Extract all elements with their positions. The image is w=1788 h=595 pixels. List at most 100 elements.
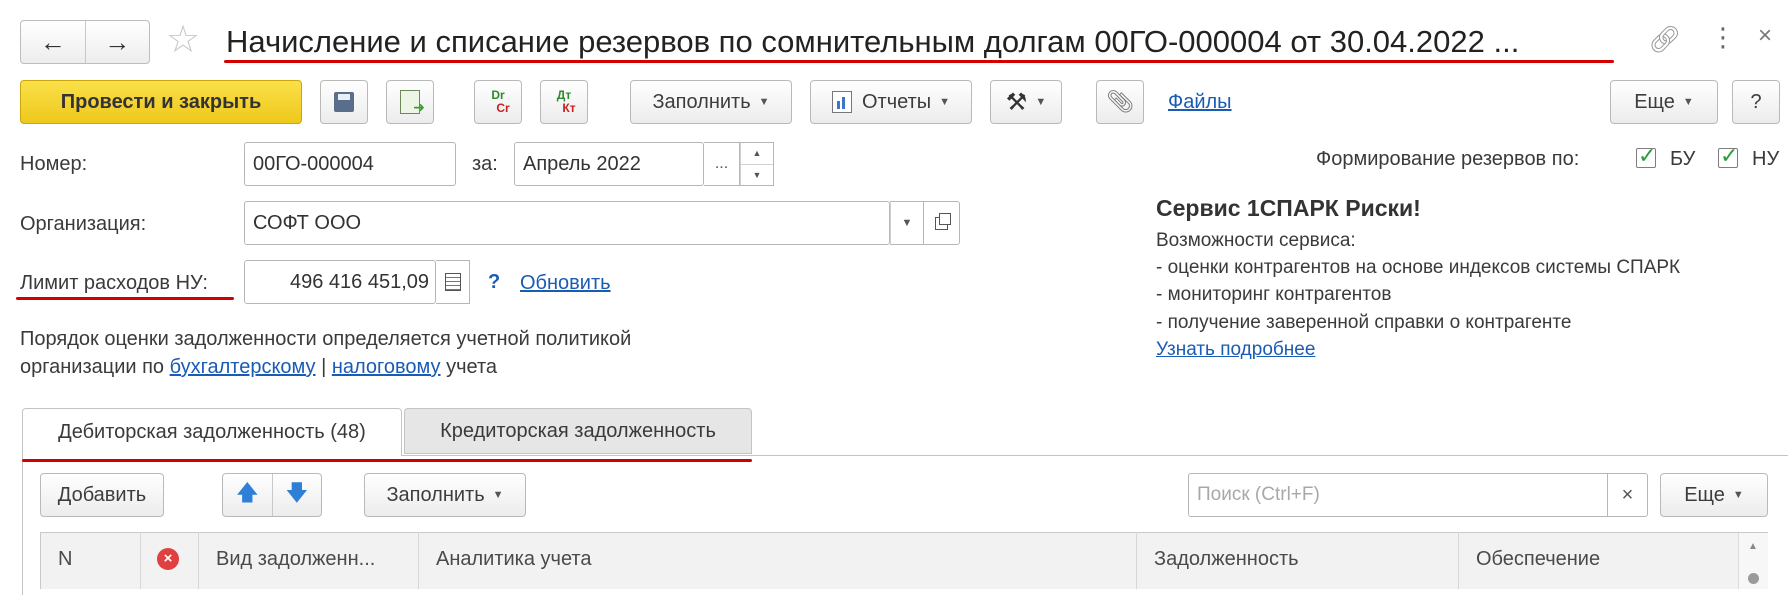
limit-label: Лимит расходов НУ: <box>20 272 208 294</box>
search-clear-button[interactable]: × <box>1608 473 1648 517</box>
error-icon: × <box>157 548 179 570</box>
document-title: Начисление и списание резервов по сомнит… <box>226 24 1520 59</box>
paperclip-icon: 📎︎ <box>1106 89 1134 114</box>
post-and-close-button[interactable]: Провести и закрыть <box>20 80 302 124</box>
tab-receivables[interactable]: Дебиторская задолженность (48) <box>22 408 402 456</box>
policy-suffix: учета <box>446 356 498 378</box>
column-divider <box>418 532 419 589</box>
tax-policy-link[interactable]: налоговому <box>332 356 441 378</box>
nu-checkbox[interactable]: ✓ <box>1718 143 1738 168</box>
column-divider <box>140 532 141 589</box>
title-underline-annotation <box>224 60 1614 63</box>
kebab-menu-icon[interactable]: ⋮ <box>1710 22 1736 53</box>
organization-open-button[interactable] <box>924 201 960 245</box>
spark-item: - получение заверенной справки о контраг… <box>1156 312 1572 333</box>
search-input[interactable]: Поиск (Ctrl+F) <box>1188 473 1608 517</box>
move-up-button[interactable]: 🡅 <box>223 474 273 516</box>
dt-kt-button[interactable]: Дт Кт <box>540 80 588 124</box>
tabs-underline-annotation <box>22 459 752 462</box>
caret-down-icon: ▼ <box>901 217 913 229</box>
search-placeholder: Поиск (Ctrl+F) <box>1197 484 1320 505</box>
column-header-n[interactable]: N <box>58 548 72 571</box>
caret-down-icon: ▼ <box>758 96 770 108</box>
nu-label: НУ <box>1752 148 1780 170</box>
period-select-button[interactable]: ... <box>704 142 740 186</box>
reports-icon <box>831 91 852 113</box>
more-dropdown-button[interactable]: Еще ▼ <box>1610 80 1718 124</box>
tab-payables-label: Кредиторская задолженность <box>440 419 716 442</box>
table-fill-label: Заполнить <box>386 483 485 506</box>
accounting-policy-link[interactable]: бухгалтерскому <box>170 356 316 378</box>
column-header-debt[interactable]: Задолженность <box>1154 548 1299 571</box>
number-field[interactable]: 00ГО-000004 <box>244 142 456 186</box>
reports-dropdown-button[interactable]: Отчеты ▼ <box>810 80 972 124</box>
fill-dropdown-button[interactable]: Заполнить ▼ <box>630 80 792 124</box>
help-button[interactable]: ? <box>1732 80 1780 124</box>
column-divider <box>198 532 199 589</box>
policy-text-line2: организации по бухгалтерскому | налогово… <box>20 356 497 379</box>
arrow-up-icon: 🡅 <box>235 480 259 505</box>
organization-dropdown-button[interactable]: ▼ <box>890 201 924 245</box>
period-value: Апрель 2022 <box>523 152 641 175</box>
dr-cr-button[interactable]: Dr Cr <box>474 80 522 124</box>
save-button[interactable] <box>320 80 368 124</box>
organization-field[interactable]: СОФТ ООО <box>244 201 890 245</box>
tab-payables[interactable]: Кредиторская задолженность <box>404 408 752 454</box>
caret-down-icon: ▼ <box>492 489 504 501</box>
policy-text-line1: Порядок оценки задолженности определяетс… <box>20 328 632 350</box>
spark-item: - оценки контрагентов на основе индексов… <box>1156 257 1681 278</box>
caret-down-icon: ▼ <box>939 96 951 108</box>
organization-label: Организация: <box>20 213 147 235</box>
limit-value: 496 416 451,09 <box>289 270 429 293</box>
column-header-debt-type[interactable]: Вид задолженн... <box>216 548 375 571</box>
for-label: за: <box>472 153 498 175</box>
post-button[interactable]: ➜ <box>386 80 434 124</box>
fill-label: Заполнить <box>652 90 751 113</box>
caret-down-icon: ▼ <box>1035 96 1047 108</box>
table-fill-dropdown-button[interactable]: Заполнить ▼ <box>364 473 526 517</box>
period-field[interactable]: Апрель 2022 <box>514 142 704 186</box>
stepper-down-icon[interactable]: ▼ <box>741 165 773 186</box>
arrow-left-icon: ← <box>39 26 66 57</box>
add-row-button[interactable]: Добавить <box>40 473 164 517</box>
files-link[interactable]: Файлы <box>1168 91 1232 114</box>
add-row-label: Добавить <box>57 483 147 506</box>
tools-dropdown-button[interactable]: ⚒ ▼ <box>990 80 1062 124</box>
dt-kt-icon-bottom: Кт <box>562 101 576 115</box>
caret-down-icon: ▼ <box>1682 96 1694 108</box>
link-icon[interactable]: 🔗︎ <box>1648 24 1681 55</box>
checkmark-icon: ✓ <box>1638 143 1657 168</box>
back-button[interactable]: ← <box>21 21 86 63</box>
organization-value: СОФТ ООО <box>253 211 362 234</box>
update-link[interactable]: Обновить <box>520 272 611 295</box>
attach-button[interactable]: 📎︎ <box>1096 80 1144 124</box>
spark-title: Сервис 1СПАРК Риски! <box>1156 195 1421 221</box>
post-and-close-label: Провести и закрыть <box>60 90 262 113</box>
table-more-label: Еще <box>1684 483 1725 506</box>
policy-separator: | <box>321 356 327 378</box>
table-more-dropdown-button[interactable]: Еще ▼ <box>1660 473 1768 517</box>
forward-button[interactable]: → <box>86 21 150 63</box>
arrow-down-icon: 🡇 <box>285 480 309 505</box>
caret-down-icon: ▼ <box>1732 489 1744 501</box>
dr-cr-icon-bottom: Cr <box>496 101 510 115</box>
scroll-thumb[interactable] <box>1748 573 1759 584</box>
bu-label: БУ <box>1670 148 1696 170</box>
period-stepper[interactable]: ▲ ▼ <box>740 142 774 186</box>
close-icon[interactable]: × <box>1758 22 1772 50</box>
calculator-button[interactable] <box>436 260 470 304</box>
move-down-button[interactable]: 🡇 <box>273 474 322 516</box>
vertical-scrollbar[interactable]: ▲ <box>1738 533 1768 589</box>
spark-more-link[interactable]: Узнать подробнее <box>1156 339 1315 361</box>
star-favorite-icon[interactable]: ☆ <box>166 18 200 62</box>
column-header-analytics[interactable]: Аналитика учета <box>436 548 592 571</box>
scroll-up-icon[interactable]: ▲ <box>1748 541 1758 552</box>
limit-field[interactable]: 496 416 451,09 <box>244 260 436 304</box>
bu-checkbox[interactable]: ✓ <box>1636 143 1656 168</box>
column-header-collateral[interactable]: Обеспечение <box>1476 548 1600 571</box>
stepper-up-icon[interactable]: ▲ <box>741 143 773 165</box>
more-label: Еще <box>1634 90 1675 113</box>
limit-help-icon[interactable]: ? <box>488 271 500 294</box>
tools-icon: ⚒ <box>1005 88 1028 116</box>
number-value: 00ГО-000004 <box>253 152 374 175</box>
